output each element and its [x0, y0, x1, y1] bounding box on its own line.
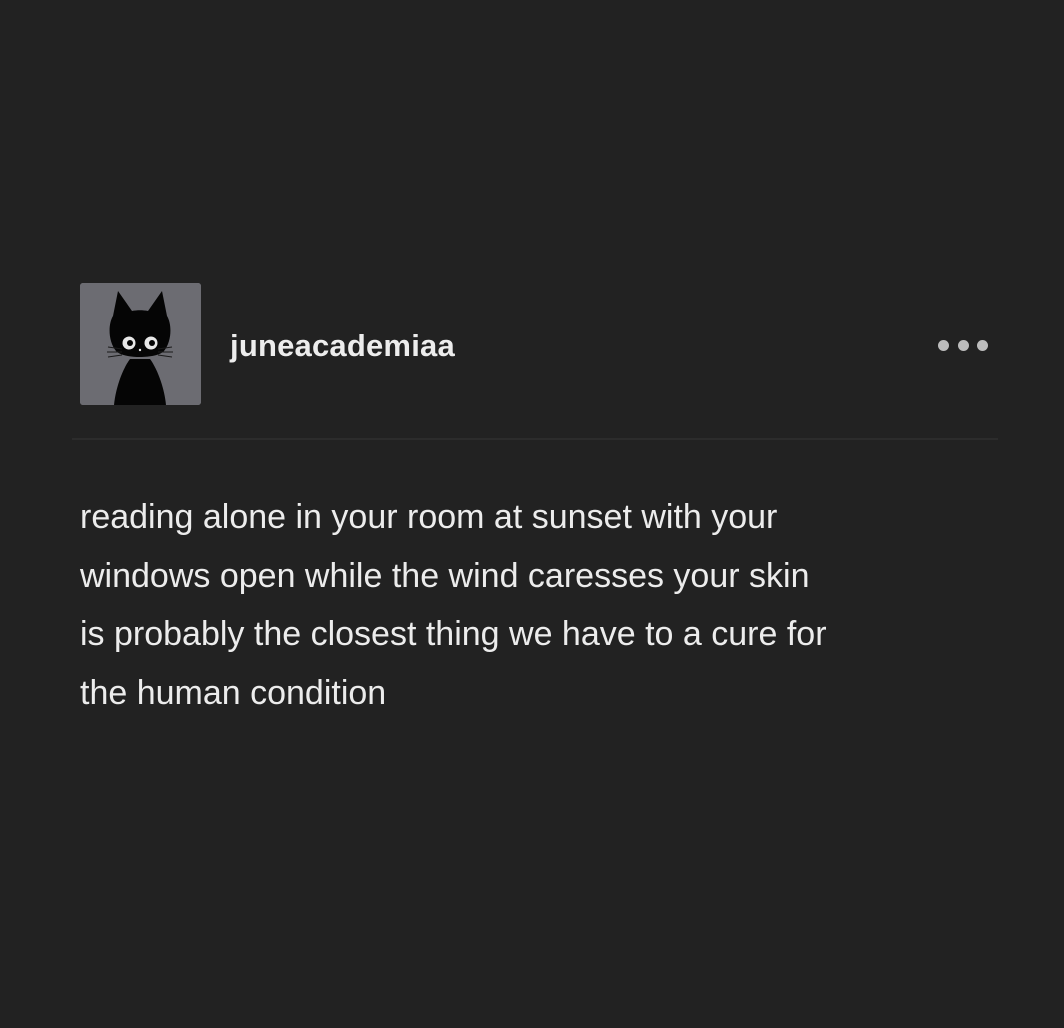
post-text-line: the human condition — [80, 673, 387, 712]
header-divider — [72, 438, 998, 440]
post-author-username[interactable]: juneacademiaa — [230, 328, 455, 364]
post-card: juneacademiaa reading alone in your room… — [72, 283, 998, 712]
post-text: reading alone in your room at sunset wit… — [80, 488, 998, 722]
post-text-line: is probably the closest thing we have to… — [80, 615, 827, 653]
avatar[interactable] — [80, 283, 201, 405]
post-text-line: windows open while the wind caresses you… — [80, 556, 810, 595]
post-header: juneacademiaa — [80, 283, 998, 405]
more-options-icon — [938, 339, 949, 351]
more-options-icon — [977, 339, 988, 351]
more-options-icon — [957, 339, 969, 351]
post-text-line: reading alone in your room at sunset wit… — [80, 498, 778, 536]
more-options-button[interactable] — [938, 335, 988, 355]
black-cat-avatar-icon — [80, 283, 201, 405]
